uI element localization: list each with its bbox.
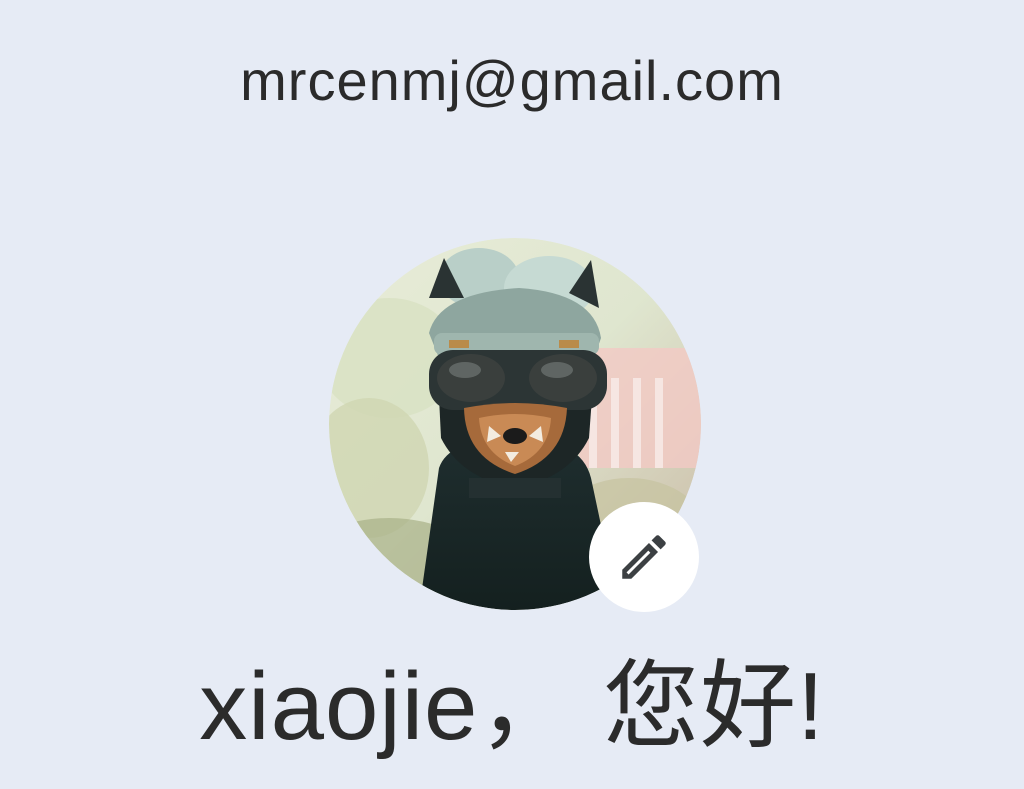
greeting: xiaojie， 您好! xyxy=(199,653,825,760)
edit-avatar-button[interactable] xyxy=(589,502,699,612)
avatar-container xyxy=(329,238,701,612)
pencil-icon xyxy=(622,535,666,579)
account-panel: mrcenmj@gmail.com xiaojie， 您好! xyxy=(0,0,1024,789)
account-email: mrcenmj@gmail.com xyxy=(240,49,784,112)
